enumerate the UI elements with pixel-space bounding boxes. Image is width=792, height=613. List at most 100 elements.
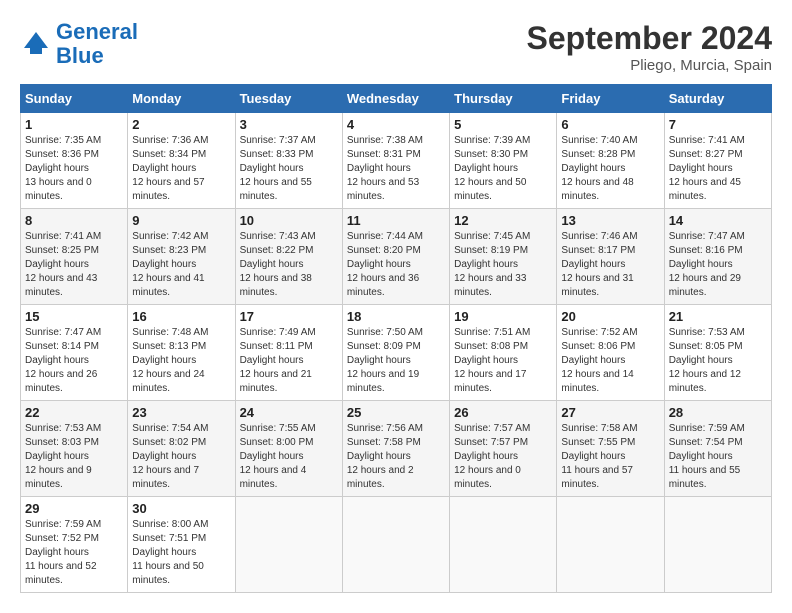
calendar-cell: 4 Sunrise: 7:38 AM Sunset: 8:31 PM Dayli… [342,113,449,209]
calendar-cell: 26 Sunrise: 7:57 AM Sunset: 7:57 PM Dayl… [450,401,557,497]
day-number: 3 [240,117,338,132]
calendar-week-row: 15 Sunrise: 7:47 AM Sunset: 8:14 PM Dayl… [21,305,772,401]
location: Pliego, Murcia, Spain [527,57,772,74]
day-number: 20 [561,309,659,324]
day-number: 4 [347,117,445,132]
calendar-cell: 16 Sunrise: 7:48 AM Sunset: 8:13 PM Dayl… [128,305,235,401]
calendar-cell: 7 Sunrise: 7:41 AM Sunset: 8:27 PM Dayli… [664,113,771,209]
day-info: Sunrise: 7:44 AM Sunset: 8:20 PM Dayligh… [347,230,445,300]
calendar-cell [450,497,557,593]
day-info: Sunrise: 7:38 AM Sunset: 8:31 PM Dayligh… [347,134,445,204]
day-number: 25 [347,405,445,420]
calendar-cell [342,497,449,593]
day-number: 21 [669,309,767,324]
calendar-cell: 21 Sunrise: 7:53 AM Sunset: 8:05 PM Dayl… [664,305,771,401]
calendar-cell: 28 Sunrise: 7:59 AM Sunset: 7:54 PM Dayl… [664,401,771,497]
day-number: 26 [454,405,552,420]
calendar-cell: 24 Sunrise: 7:55 AM Sunset: 8:00 PM Dayl… [235,401,342,497]
calendar-week-row: 22 Sunrise: 7:53 AM Sunset: 8:03 PM Dayl… [21,401,772,497]
day-number: 23 [132,405,230,420]
calendar-cell: 9 Sunrise: 7:42 AM Sunset: 8:23 PM Dayli… [128,209,235,305]
day-info: Sunrise: 7:51 AM Sunset: 8:08 PM Dayligh… [454,326,552,396]
day-number: 13 [561,213,659,228]
day-info: Sunrise: 7:59 AM Sunset: 7:52 PM Dayligh… [25,518,123,588]
day-number: 14 [669,213,767,228]
day-info: Sunrise: 7:54 AM Sunset: 8:02 PM Dayligh… [132,422,230,492]
calendar-week-row: 29 Sunrise: 7:59 AM Sunset: 7:52 PM Dayl… [21,497,772,593]
col-friday: Friday [557,85,664,113]
day-info: Sunrise: 7:41 AM Sunset: 8:27 PM Dayligh… [669,134,767,204]
page-header: General Blue September 2024 Pliego, Murc… [20,20,772,74]
calendar-cell: 1 Sunrise: 7:35 AM Sunset: 8:36 PM Dayli… [21,113,128,209]
day-info: Sunrise: 7:53 AM Sunset: 8:05 PM Dayligh… [669,326,767,396]
day-info: Sunrise: 7:48 AM Sunset: 8:13 PM Dayligh… [132,326,230,396]
day-number: 5 [454,117,552,132]
logo-icon [20,28,52,60]
day-info: Sunrise: 7:49 AM Sunset: 8:11 PM Dayligh… [240,326,338,396]
day-info: Sunrise: 7:43 AM Sunset: 8:22 PM Dayligh… [240,230,338,300]
day-info: Sunrise: 7:53 AM Sunset: 8:03 PM Dayligh… [25,422,123,492]
day-info: Sunrise: 7:39 AM Sunset: 8:30 PM Dayligh… [454,134,552,204]
day-number: 2 [132,117,230,132]
day-number: 18 [347,309,445,324]
day-info: Sunrise: 7:52 AM Sunset: 8:06 PM Dayligh… [561,326,659,396]
calendar-cell: 30 Sunrise: 8:00 AM Sunset: 7:51 PM Dayl… [128,497,235,593]
day-number: 29 [25,501,123,516]
calendar-cell: 2 Sunrise: 7:36 AM Sunset: 8:34 PM Dayli… [128,113,235,209]
col-wednesday: Wednesday [342,85,449,113]
calendar-cell: 29 Sunrise: 7:59 AM Sunset: 7:52 PM Dayl… [21,497,128,593]
calendar-cell [664,497,771,593]
calendar-cell: 18 Sunrise: 7:50 AM Sunset: 8:09 PM Dayl… [342,305,449,401]
day-number: 11 [347,213,445,228]
calendar-cell: 11 Sunrise: 7:44 AM Sunset: 8:20 PM Dayl… [342,209,449,305]
day-info: Sunrise: 7:45 AM Sunset: 8:19 PM Dayligh… [454,230,552,300]
calendar-cell [235,497,342,593]
col-saturday: Saturday [664,85,771,113]
calendar-cell: 23 Sunrise: 7:54 AM Sunset: 8:02 PM Dayl… [128,401,235,497]
day-number: 12 [454,213,552,228]
col-monday: Monday [128,85,235,113]
calendar-cell: 10 Sunrise: 7:43 AM Sunset: 8:22 PM Dayl… [235,209,342,305]
day-number: 1 [25,117,123,132]
calendar-week-row: 1 Sunrise: 7:35 AM Sunset: 8:36 PM Dayli… [21,113,772,209]
col-tuesday: Tuesday [235,85,342,113]
logo: General Blue [20,20,138,68]
day-info: Sunrise: 7:42 AM Sunset: 8:23 PM Dayligh… [132,230,230,300]
day-info: Sunrise: 7:35 AM Sunset: 8:36 PM Dayligh… [25,134,123,204]
day-info: Sunrise: 7:46 AM Sunset: 8:17 PM Dayligh… [561,230,659,300]
day-number: 27 [561,405,659,420]
calendar-week-row: 8 Sunrise: 7:41 AM Sunset: 8:25 PM Dayli… [21,209,772,305]
col-sunday: Sunday [21,85,128,113]
month-title: September 2024 [527,20,772,57]
day-info: Sunrise: 7:56 AM Sunset: 7:58 PM Dayligh… [347,422,445,492]
day-number: 24 [240,405,338,420]
calendar-cell: 6 Sunrise: 7:40 AM Sunset: 8:28 PM Dayli… [557,113,664,209]
day-info: Sunrise: 7:47 AM Sunset: 8:16 PM Dayligh… [669,230,767,300]
calendar-cell: 19 Sunrise: 7:51 AM Sunset: 8:08 PM Dayl… [450,305,557,401]
day-number: 10 [240,213,338,228]
calendar-cell: 15 Sunrise: 7:47 AM Sunset: 8:14 PM Dayl… [21,305,128,401]
day-info: Sunrise: 7:41 AM Sunset: 8:25 PM Dayligh… [25,230,123,300]
day-info: Sunrise: 7:55 AM Sunset: 8:00 PM Dayligh… [240,422,338,492]
calendar-cell: 20 Sunrise: 7:52 AM Sunset: 8:06 PM Dayl… [557,305,664,401]
calendar-cell: 13 Sunrise: 7:46 AM Sunset: 8:17 PM Dayl… [557,209,664,305]
day-info: Sunrise: 7:59 AM Sunset: 7:54 PM Dayligh… [669,422,767,492]
day-info: Sunrise: 7:47 AM Sunset: 8:14 PM Dayligh… [25,326,123,396]
day-info: Sunrise: 7:36 AM Sunset: 8:34 PM Dayligh… [132,134,230,204]
day-number: 15 [25,309,123,324]
day-number: 17 [240,309,338,324]
day-number: 6 [561,117,659,132]
day-info: Sunrise: 8:00 AM Sunset: 7:51 PM Dayligh… [132,518,230,588]
calendar-cell: 14 Sunrise: 7:47 AM Sunset: 8:16 PM Dayl… [664,209,771,305]
weekday-header-row: Sunday Monday Tuesday Wednesday Thursday… [21,85,772,113]
day-number: 7 [669,117,767,132]
calendar-table: Sunday Monday Tuesday Wednesday Thursday… [20,84,772,593]
calendar-cell: 27 Sunrise: 7:58 AM Sunset: 7:55 PM Dayl… [557,401,664,497]
calendar-cell: 5 Sunrise: 7:39 AM Sunset: 8:30 PM Dayli… [450,113,557,209]
day-number: 16 [132,309,230,324]
day-info: Sunrise: 7:37 AM Sunset: 8:33 PM Dayligh… [240,134,338,204]
day-number: 9 [132,213,230,228]
day-number: 28 [669,405,767,420]
day-info: Sunrise: 7:57 AM Sunset: 7:57 PM Dayligh… [454,422,552,492]
calendar-cell: 17 Sunrise: 7:49 AM Sunset: 8:11 PM Dayl… [235,305,342,401]
